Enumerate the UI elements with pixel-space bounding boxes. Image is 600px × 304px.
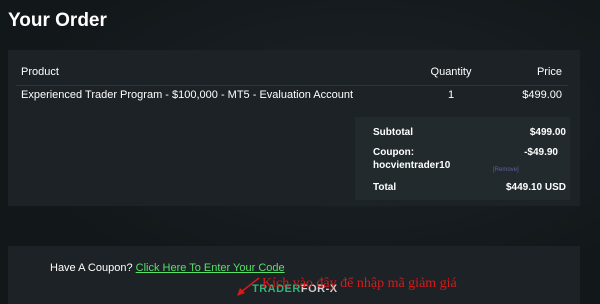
row-product: Experienced Trader Program - $100,000 - … bbox=[21, 89, 354, 101]
remove-coupon-link[interactable]: [Remove] bbox=[493, 167, 519, 173]
coupon-code: hocvientrader10 bbox=[373, 160, 451, 171]
header-product: Product bbox=[21, 66, 59, 78]
row-quantity: 1 bbox=[447, 89, 455, 101]
header-price: Price bbox=[536, 66, 562, 78]
annotation-text: Kích vào đây để nhập mã giảm giá bbox=[262, 276, 457, 291]
coupon-panel: Have A Coupon? Click Here To Enter Your … bbox=[8, 246, 580, 304]
subtotal-label: Subtotal bbox=[373, 127, 413, 138]
header-quantity: Quantity bbox=[430, 66, 472, 78]
coupon-prompt: Have A Coupon? bbox=[50, 262, 133, 274]
coupon-label: Coupon: bbox=[373, 147, 415, 158]
order-table-panel: Product Quantity Price Experienced Trade… bbox=[8, 50, 580, 206]
enter-coupon-link[interactable]: Click Here To Enter Your Code bbox=[136, 262, 285, 274]
coupon-discount-value: -$49.90 bbox=[524, 147, 558, 158]
total-label: Total bbox=[373, 182, 397, 193]
page-title: Your Order bbox=[8, 10, 107, 31]
header-divider bbox=[16, 85, 568, 86]
order-summary: Subtotal $499.00 Coupon: -$49.90 hocvien… bbox=[355, 117, 570, 200]
subtotal-value: $499.00 bbox=[529, 127, 566, 138]
row-price: $499.00 bbox=[522, 89, 562, 101]
coupon-prompt-line: Have A Coupon? Click Here To Enter Your … bbox=[50, 262, 285, 274]
total-value: $449.10 USD bbox=[505, 182, 566, 193]
